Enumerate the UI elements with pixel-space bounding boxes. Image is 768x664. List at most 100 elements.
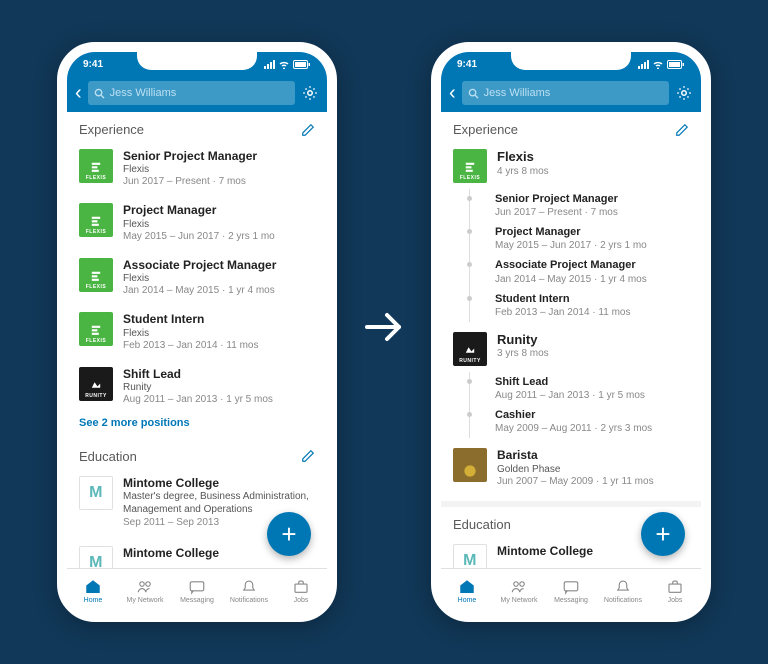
grouped-role[interactable]: Project Manager May 2015 – Jun 2017 · 2 … [441,226,701,259]
search-icon [94,88,105,99]
phone-left: 9:41 ‹ Jess Williams Experience FLEXIS S… [57,42,337,622]
nav-briefcase[interactable]: Jobs [649,569,701,612]
nav-label: Home [458,597,477,604]
nav-briefcase[interactable]: Jobs [275,569,327,612]
nav-bell[interactable]: Notifications [223,569,275,612]
battery-icon [667,60,685,69]
grouped-role[interactable]: Student Intern Feb 2013 – Jan 2014 · 11 … [441,293,701,326]
company-duration: 3 yrs 8 mos [497,348,689,359]
company-group[interactable]: FLEXIS Flexis 4 yrs 8 mos [441,143,701,193]
message-icon [188,578,206,596]
role-title: Shift Lead [495,376,689,389]
fab-button[interactable]: + [267,512,311,556]
search-value: Jess Williams [484,87,551,99]
job-dates: May 2015 – Jun 2017 · 2 yrs 1 mo [123,231,315,242]
nav-label: Home [84,597,103,604]
job-company: Flexis [123,328,315,339]
job-title: Student Intern [123,312,315,326]
timeline-dot [467,412,472,417]
section-title: Experience [79,122,144,137]
grouped-role[interactable]: Senior Project Manager Jun 2017 – Presen… [441,193,701,226]
company-name: Runity [497,332,689,348]
flexis-logo: FLEXIS [79,258,113,292]
timeline-dot [467,262,472,267]
nav-message[interactable]: Messaging [545,569,597,612]
people-icon [510,578,528,596]
header: ‹ Jess Williams [441,74,701,112]
nav-people[interactable]: My Network [493,569,545,612]
experience-item[interactable]: FLEXIS Senior Project Manager Flexis Jun… [67,143,327,197]
back-button[interactable]: ‹ [449,83,456,103]
scroll-area[interactable]: Experience FLEXIS Flexis 4 yrs 8 mos Sen… [441,112,701,572]
school-name: Mintome College [123,476,315,490]
search-input[interactable]: Jess Williams [88,81,295,105]
people-icon [136,578,154,596]
golden-logo [453,448,487,482]
pencil-icon[interactable] [675,123,689,137]
nav-label: Messaging [554,597,588,604]
grouped-role[interactable]: Associate Project Manager Jan 2014 – May… [441,259,701,292]
company-duration: 4 yrs 8 mos [497,166,689,177]
runity-logo: RUNITY [453,332,487,366]
nav-message[interactable]: Messaging [171,569,223,612]
nav-home[interactable]: Home [441,569,493,612]
section-title: Education [453,517,511,532]
role-title: Project Manager [495,226,689,239]
timeline-dot [467,379,472,384]
nav-home[interactable]: Home [67,569,119,612]
nav-label: Messaging [180,597,214,604]
pencil-icon[interactable] [301,123,315,137]
see-more-link[interactable]: See 2 more positions [67,415,327,439]
scroll-area[interactable]: Experience FLEXIS Senior Project Manager… [67,112,327,572]
timeline-dot [467,229,472,234]
job-dates: Feb 2013 – Jan 2014 · 11 mos [123,340,315,351]
status-time: 9:41 [83,59,103,70]
job-dates: Jan 2014 – May 2015 · 1 yr 4 mos [123,285,315,296]
wifi-icon [278,60,290,69]
grouped-role[interactable]: Cashier May 2009 – Aug 2011 · 2 yrs 3 mo… [441,409,701,442]
gear-icon[interactable] [301,84,319,102]
job-title: Associate Project Manager [123,258,315,272]
experience-item[interactable]: FLEXIS Project Manager Flexis May 2015 –… [67,197,327,251]
company-name: Flexis [497,149,689,165]
navbar-right: Home My Network Messaging Notifications … [441,568,701,612]
role-dates: Aug 2011 – Jan 2013 · 1 yr 5 mos [495,390,689,401]
job-dates: Jun 2007 – May 2009 · 1 yr 11 mos [497,476,689,487]
gear-icon[interactable] [675,84,693,102]
nav-bell[interactable]: Notifications [597,569,649,612]
signal-icon [638,60,649,69]
experience-item[interactable]: FLEXIS Student Intern Flexis Feb 2013 – … [67,306,327,360]
experience-grouped-right: FLEXIS Flexis 4 yrs 8 mos Senior Project… [441,143,701,497]
nav-label: Jobs [294,597,309,604]
experience-header: Experience [441,112,701,143]
job-title: Senior Project Manager [123,149,315,163]
fab-button[interactable]: + [641,512,685,556]
search-icon [468,88,479,99]
header: ‹ Jess Williams [67,74,327,112]
status-icons [638,60,685,69]
role-dates: May 2015 – Jun 2017 · 2 yrs 1 mo [495,240,689,251]
nav-label: Jobs [668,597,683,604]
education-header: Education [67,439,327,470]
experience-item[interactable]: RUNITY Shift Lead Runity Aug 2011 – Jan … [67,361,327,415]
back-button[interactable]: ‹ [75,83,82,103]
search-input[interactable]: Jess Williams [462,81,669,105]
company-group[interactable]: RUNITY Runity 3 yrs 8 mos [441,326,701,376]
grouped-role[interactable]: Shift Lead Aug 2011 – Jan 2013 · 1 yr 5 … [441,376,701,409]
experience-list-left: FLEXIS Senior Project Manager Flexis Jun… [67,143,327,415]
nav-people[interactable]: My Network [119,569,171,612]
wifi-icon [652,60,664,69]
experience-item[interactable]: Barista Golden Phase Jun 2007 – May 2009… [441,442,701,496]
briefcase-icon [292,578,310,596]
home-icon [84,578,102,596]
nav-label: Notifications [604,597,642,604]
job-company: Golden Phase [497,464,689,475]
pencil-icon[interactable] [301,449,315,463]
nav-label: My Network [127,597,164,604]
experience-item[interactable]: FLEXIS Associate Project Manager Flexis … [67,252,327,306]
arrow-icon [361,304,407,360]
home-icon [458,578,476,596]
role-title: Cashier [495,409,689,422]
search-value: Jess Williams [110,87,177,99]
flexis-logo: FLEXIS [79,312,113,346]
